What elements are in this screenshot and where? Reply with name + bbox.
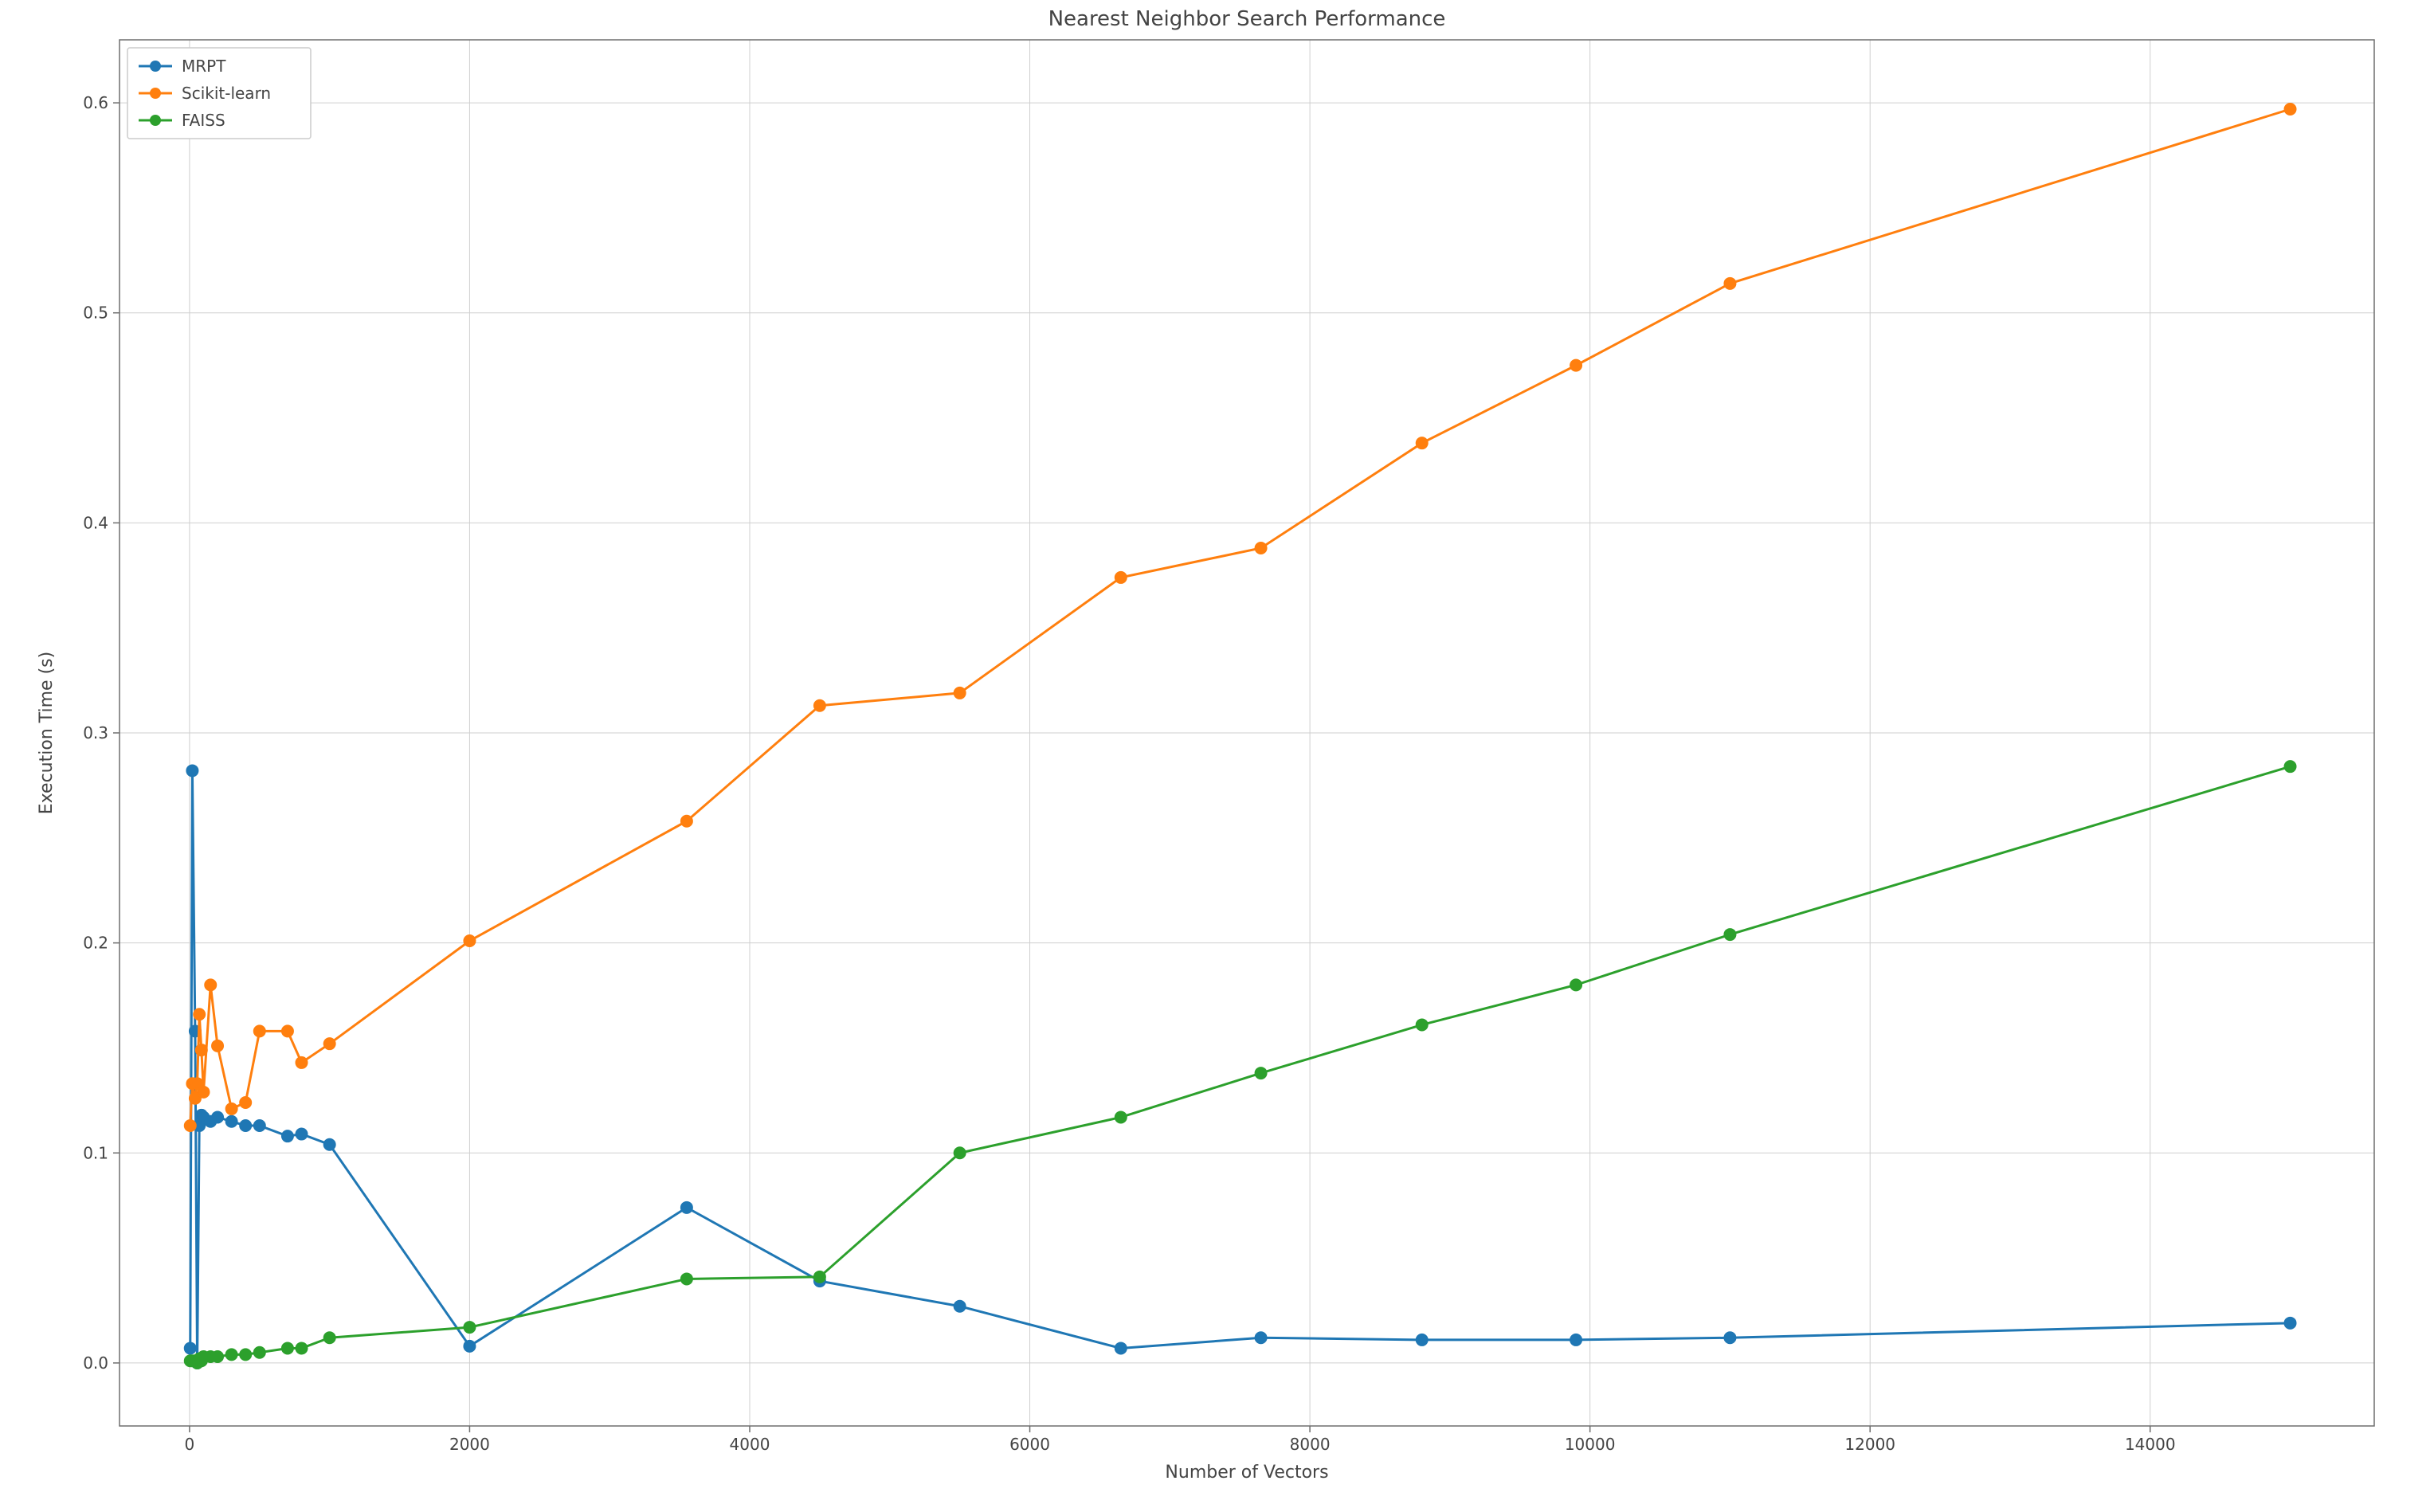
series-marker — [1256, 1067, 1267, 1079]
series-marker — [1115, 1342, 1127, 1353]
series-marker — [282, 1342, 293, 1353]
series-marker — [254, 1025, 265, 1036]
series-marker — [296, 1057, 308, 1068]
series-marker — [1417, 1334, 1428, 1346]
series-marker — [1570, 360, 1581, 371]
series-marker — [226, 1116, 237, 1127]
y-axis-label: Execution Time (s) — [37, 652, 57, 814]
series-marker — [185, 1342, 196, 1353]
series-marker — [282, 1025, 293, 1036]
series-marker — [254, 1120, 265, 1131]
y-tick-label: 0.3 — [83, 723, 108, 742]
series-marker — [1256, 1332, 1267, 1343]
series-marker — [324, 1332, 335, 1343]
y-tick-label: 0.4 — [83, 513, 108, 532]
series-marker — [196, 1044, 207, 1056]
series-marker — [324, 1038, 335, 1049]
legend-label: MRPT — [182, 57, 226, 76]
series-marker — [240, 1120, 251, 1131]
series-marker — [240, 1349, 251, 1360]
chart-container: 0 2000 4000 6000 8000 10000 12000 14000 0.0 0.1 0.… — [0, 0, 2430, 1512]
legend-label: Scikit-learn — [182, 84, 271, 103]
series-marker — [681, 816, 692, 827]
series-marker — [681, 1273, 692, 1284]
x-tick-label: 0 — [185, 1435, 195, 1454]
series-marker — [1417, 437, 1428, 449]
series-marker — [1570, 979, 1581, 990]
series-marker — [954, 687, 966, 699]
x-tick-label: 12000 — [1844, 1435, 1895, 1454]
chart-title: Nearest Neighbor Search Performance — [1048, 7, 1446, 31]
x-tick-label: 4000 — [730, 1435, 770, 1454]
series-marker — [226, 1349, 237, 1360]
series-marker — [296, 1342, 308, 1353]
legend-swatch-marker — [150, 61, 161, 72]
y-tick-label: 0.6 — [83, 93, 108, 112]
y-tick-label: 0.2 — [83, 934, 108, 953]
series-line-1 — [190, 109, 2291, 1126]
series-marker — [2285, 1318, 2296, 1329]
series-marker — [1724, 278, 1735, 289]
y-tick-label: 0.5 — [83, 304, 108, 323]
series-line-0 — [190, 770, 2291, 1362]
series-marker — [814, 1271, 825, 1283]
series-marker — [296, 1129, 308, 1140]
series-marker — [282, 1130, 293, 1142]
series-marker — [1724, 1332, 1735, 1343]
series-marker — [1417, 1019, 1428, 1030]
x-tick-label: 6000 — [1009, 1435, 1050, 1454]
x-tick-label: 10000 — [1565, 1435, 1616, 1454]
series-marker — [212, 1351, 223, 1362]
x-tick-label: 2000 — [449, 1435, 490, 1454]
series-marker — [198, 1087, 209, 1098]
legend-swatch-marker — [150, 88, 161, 99]
legend-swatch-marker — [150, 115, 161, 126]
series-marker — [1115, 572, 1127, 583]
series-marker — [464, 1341, 475, 1352]
series-marker — [1724, 929, 1735, 940]
series-marker — [681, 1202, 692, 1213]
x-tick-label: 14000 — [2125, 1435, 2176, 1454]
series-marker — [212, 1111, 223, 1122]
series-marker — [464, 1322, 475, 1333]
series-line-2 — [190, 766, 2291, 1363]
series-marker — [2285, 761, 2296, 772]
series-marker — [1570, 1334, 1581, 1346]
series-marker — [226, 1103, 237, 1114]
y-tick-label: 0.1 — [83, 1143, 108, 1162]
series-marker — [186, 765, 198, 776]
series-marker — [464, 935, 475, 946]
series-marker — [954, 1147, 966, 1158]
series-marker — [185, 1120, 196, 1131]
legend-label: FAISS — [182, 111, 225, 130]
series-marker — [240, 1097, 251, 1108]
series-marker — [205, 979, 216, 990]
series-marker — [1115, 1111, 1127, 1122]
series-marker — [814, 700, 825, 711]
y-tick-label: 0.0 — [83, 1353, 108, 1373]
series-marker — [212, 1040, 223, 1052]
series-marker — [254, 1347, 265, 1358]
x-tick-label: 8000 — [1290, 1435, 1331, 1454]
series-marker — [324, 1139, 335, 1150]
line-chart: 0 2000 4000 6000 8000 10000 12000 14000 0.0 0.1 0.… — [0, 0, 2430, 1512]
series-marker — [1256, 543, 1267, 554]
series-marker — [954, 1301, 966, 1312]
series-marker — [194, 1009, 205, 1020]
x-axis-label: Number of Vectors — [1165, 1463, 1328, 1483]
series-marker — [2285, 104, 2296, 115]
